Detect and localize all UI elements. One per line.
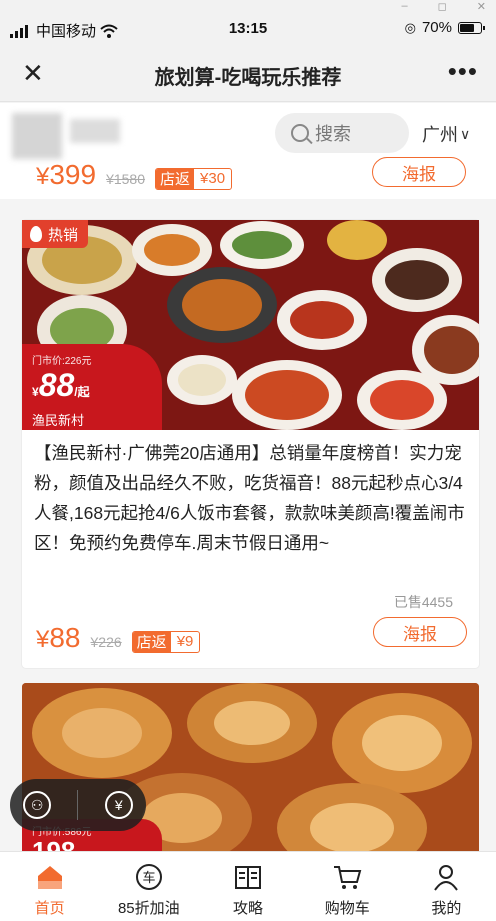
status-bar: – ◻ ✕ 中国移动 13:15 ◎ 70% — [0, 0, 496, 44]
page-title: 旅划算-吃喝玩乐推荐 — [154, 67, 342, 89]
tab-fuel[interactable]: 车 85折加油 — [99, 852, 198, 921]
yen-icon[interactable]: ¥ — [104, 791, 133, 819]
floating-actions: ⚇ ¥ — [10, 779, 146, 831]
tab-home[interactable]: 首页 — [0, 852, 99, 921]
cashback-label: 店返 — [132, 631, 171, 652]
hot-label: 热销 — [48, 226, 79, 244]
status-right: ◎ 70% — [404, 19, 485, 36]
cart-icon — [334, 866, 362, 889]
search-placeholder: 搜索 — [315, 124, 351, 144]
svg-text:车: 车 — [142, 870, 155, 886]
image-market-price: 门市价:226元 — [32, 356, 92, 367]
flame-icon — [30, 226, 42, 242]
chevron-down-icon: ∨ — [460, 125, 471, 142]
image-price: ¥88/起 — [32, 367, 90, 403]
prev-price: ¥399 — [36, 159, 96, 191]
cashback-badge: 店返 ¥9 — [131, 630, 201, 653]
divider — [77, 790, 79, 820]
image-store-name: 渔民新村 — [32, 413, 85, 428]
city-selector[interactable]: 广州 ∨ — [422, 121, 470, 147]
content-scroll[interactable]: 搜索 广州 ∨ ¥399 ¥1580 店返 ¥30 海报 热销 门市价:226元… — [0, 103, 496, 851]
car-icon: 车 — [135, 864, 162, 890]
cashback-value: ¥9 — [176, 633, 194, 650]
blurred-logo — [12, 113, 62, 159]
price-value: 399 — [49, 159, 97, 190]
prev-old-price: ¥1580 — [106, 171, 146, 187]
tab-guide[interactable]: 攻略 — [198, 852, 297, 921]
tab-bar: 首页 车 85折加油 攻略 购物车 我的 — [0, 851, 496, 921]
image-price-tag: 门市价:226元 ¥88/起 渔民新村 — [22, 344, 162, 430]
battery-icon — [458, 21, 485, 34]
tab-label: 首页 — [34, 900, 65, 917]
tab-label: 85折加油 — [117, 900, 180, 917]
product-card[interactable]: 热销 门市价:226元 ¥88/起 渔民新村 【渔民新村·广佛莞20店通用】总销… — [22, 220, 479, 668]
poster-button[interactable]: 海报 — [372, 157, 466, 187]
search-input[interactable]: 搜索 — [275, 113, 409, 153]
price-value: 88 — [49, 622, 81, 653]
old-price: ¥226 — [90, 634, 122, 650]
tab-mine[interactable]: 我的 — [397, 852, 496, 921]
sold-count: 已售4455 — [393, 594, 453, 610]
customer-service-icon[interactable]: ⚇ — [23, 791, 52, 819]
hot-badge: 热销 — [22, 220, 89, 248]
next-image-price: 198 — [32, 836, 76, 851]
blurred-text — [70, 119, 120, 143]
top-row: 搜索 广州 ∨ ¥399 ¥1580 店返 ¥30 海报 — [0, 103, 496, 199]
image-price-suffix: /起 — [74, 385, 90, 399]
product-image[interactable]: 热销 门市价:226元 ¥88/起 渔民新村 — [22, 220, 479, 430]
city-label: 广州 — [422, 125, 458, 145]
cashback-badge: 店返 ¥30 — [155, 167, 233, 190]
search-icon — [291, 124, 309, 142]
nav-bar: ✕ 旅划算-吃喝玩乐推荐 ••• — [0, 44, 496, 102]
book-icon — [235, 866, 261, 889]
tab-cart[interactable]: 购物车 — [298, 852, 397, 921]
product-description: 【渔民新村·广佛莞20店通用】总销量年度榜首！实力宠粉，颜值及出品经久不败，吃货… — [34, 443, 465, 553]
poster-button[interactable]: 海报 — [373, 617, 467, 647]
price-row: ¥88 ¥226 店返 ¥9 — [36, 622, 201, 654]
user-icon — [434, 865, 459, 891]
image-price-value: 88 — [38, 367, 75, 403]
window-controls: – ◻ ✕ — [401, 0, 486, 13]
tab-label: 攻略 — [233, 900, 264, 917]
location-icon: ◎ — [404, 19, 416, 35]
home-icon — [37, 866, 62, 889]
battery-percent: 70% — [421, 19, 452, 36]
cashback-value: ¥30 — [200, 170, 226, 187]
currency-symbol: ¥ — [36, 163, 50, 190]
more-icon[interactable]: ••• — [448, 56, 478, 87]
current-price: ¥88 — [36, 622, 81, 654]
cashback-label: 店返 — [156, 168, 195, 189]
tab-label: 购物车 — [324, 900, 370, 917]
currency-symbol: ¥ — [36, 626, 50, 653]
prev-price-row: ¥399 ¥1580 店返 ¥30 — [36, 159, 233, 191]
tab-label: 我的 — [431, 900, 462, 917]
